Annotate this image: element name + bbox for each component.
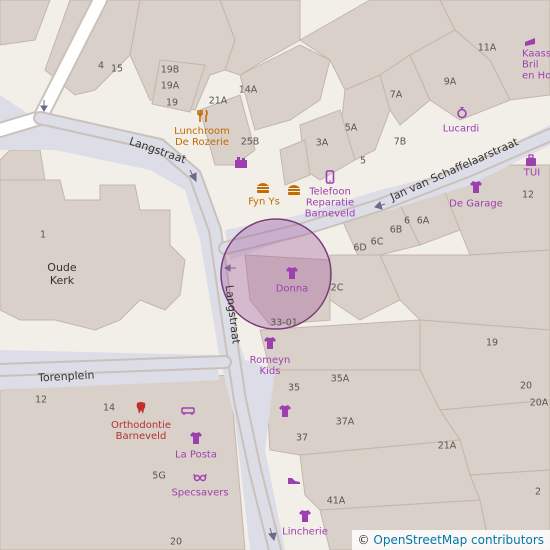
house-number: 5 (359, 155, 367, 167)
place-label-oude-kerk[interactable]: Oude Kerk (47, 261, 76, 287)
house-number: 15 (110, 63, 124, 75)
house-number: 19A (160, 80, 180, 92)
optician-glasses-icon[interactable] (193, 470, 207, 484)
map-attribution: © OpenStreetMap contributors (351, 530, 550, 550)
building (419, 319, 550, 411)
house-number: 35 (287, 382, 301, 394)
travel-agency-icon[interactable] (524, 153, 538, 167)
house-number: 7A (389, 89, 403, 101)
openstreetmap-attribution-link[interactable]: OpenStreetMap contributors (373, 533, 544, 547)
clothes-icon[interactable] (189, 431, 203, 445)
house-number: 12 (521, 189, 535, 201)
house-number: 14 (102, 402, 116, 414)
building (279, 139, 311, 186)
house-number: 9A (443, 76, 457, 88)
poi-label-romeyn-kids[interactable]: Romeyn Kids (250, 355, 291, 377)
house-number: 6 (403, 215, 411, 227)
poi-label-tui[interactable]: TUI (524, 168, 540, 179)
poi-label-lincherie[interactable]: Lincherie (282, 527, 328, 538)
fast-food-icon[interactable] (256, 180, 270, 194)
house-number: 21A (208, 95, 228, 107)
poi-label-fyn-ys[interactable]: Fyn Ys (248, 197, 280, 208)
map-view[interactable]: Langstraat Langstraat Torenplein Jan van… (0, 0, 550, 550)
house-number: 37 (295, 432, 309, 444)
house-number: 35A (330, 373, 350, 385)
clothes-icon[interactable] (469, 180, 483, 194)
building (0, 149, 46, 181)
house-number: 14A (238, 84, 258, 96)
house-number: 41A (326, 495, 346, 507)
house-number: 12 (34, 394, 48, 406)
poi-label-lunchroom-de-rozerie[interactable]: Lunchroom De Rozerie (174, 126, 230, 148)
poi-label-specsavers[interactable]: Specsavers (171, 488, 228, 499)
building (379, 249, 550, 331)
house-number: 33-01 (270, 317, 298, 329)
copyright-symbol: © (357, 533, 370, 547)
house-number: 19B (160, 64, 180, 76)
jewelry-icon[interactable] (455, 105, 469, 119)
clothes-icon[interactable] (278, 404, 292, 418)
house-number: 37A (335, 416, 355, 428)
dentist-tooth-icon[interactable] (134, 401, 148, 415)
house-number: 6C (370, 236, 384, 248)
house-number: 19 (485, 337, 499, 349)
house-number: 11A (477, 42, 497, 54)
cheese-shop-icon[interactable] (523, 34, 537, 48)
house-number: 7B (393, 136, 407, 148)
restaurant-icon[interactable] (196, 109, 210, 123)
clothes-icon[interactable] (285, 266, 299, 280)
building (0, 0, 51, 46)
house-number: 20 (169, 536, 183, 548)
poi-label-lucardi[interactable]: Lucardi (443, 124, 479, 135)
house-number: 4 (97, 60, 105, 72)
poi-label-kaasse-bril-en-hoort[interactable]: Kaasse Bril en Hoort (522, 49, 550, 82)
poi-label-donna[interactable]: Donna (276, 284, 309, 295)
bakery-icon[interactable] (234, 156, 248, 170)
clothes-icon[interactable] (298, 509, 312, 523)
house-number: 6A (416, 215, 430, 227)
house-number: 5G (152, 470, 166, 482)
house-number: 5A (344, 122, 358, 134)
poi-label-telefoon-reparatie[interactable]: Telefoon Reparatie Barneveld (305, 187, 356, 220)
building-oude-kerk (0, 179, 186, 331)
clothes-icon[interactable] (263, 336, 277, 350)
house-number: 21A (437, 440, 457, 452)
furniture-sofa-icon[interactable] (181, 403, 195, 417)
house-number: 1 (39, 229, 47, 241)
house-number: 20 (519, 380, 533, 392)
shoe-icon[interactable] (287, 473, 301, 487)
house-number: 19 (165, 97, 179, 109)
house-number: 2 (534, 486, 542, 498)
poi-label-de-garage[interactable]: De Garage (449, 199, 503, 210)
fast-food-icon[interactable] (287, 182, 301, 196)
house-number: 3A (315, 137, 329, 149)
house-number: 2C (330, 282, 344, 294)
map-canvas (0, 0, 550, 550)
house-number: 25B (240, 136, 260, 148)
house-number: 6D (353, 242, 367, 254)
house-number: 20A (529, 397, 549, 409)
house-number: 6B (389, 224, 403, 236)
mobile-phone-icon[interactable] (323, 170, 337, 184)
poi-label-orthodontie-barneveld[interactable]: Orthodontie Barneveld (111, 420, 171, 442)
poi-label-la-posta[interactable]: La Posta (175, 450, 217, 461)
